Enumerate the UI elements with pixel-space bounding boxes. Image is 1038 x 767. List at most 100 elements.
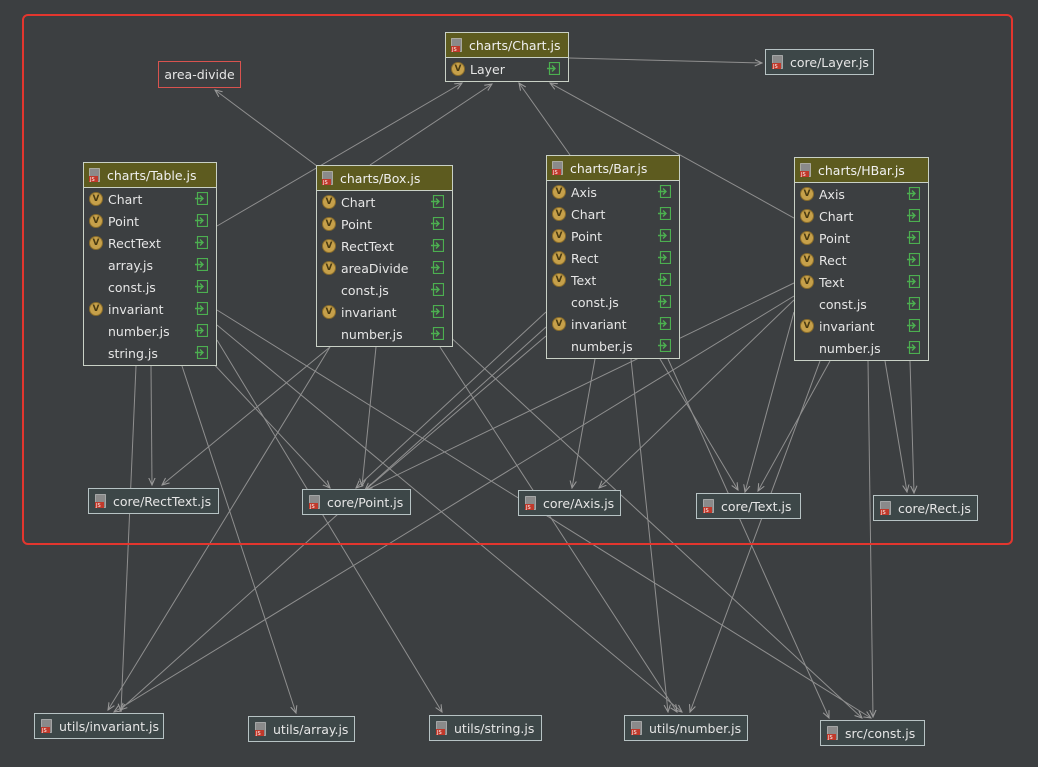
v-variable-badge-icon: V [800, 209, 814, 223]
v-variable-badge-icon: V [322, 195, 336, 209]
export-pin-icon [195, 280, 208, 293]
js-file-icon: JS [322, 170, 333, 186]
member-row[interactable]: V Chart [317, 191, 452, 213]
member-label: number.js [108, 323, 170, 339]
export-pin-icon [658, 317, 671, 330]
v-variable-badge-icon: V [89, 302, 103, 316]
member-row[interactable]: string.js [84, 342, 216, 364]
member-row[interactable]: VareaDivide [317, 257, 452, 279]
file-utils-array[interactable]: JS utils/array.js [248, 716, 355, 742]
module-bar[interactable]: JS charts/Bar.js V Axis V Chart V Point V Rect V T… [546, 155, 680, 359]
member-row[interactable]: V Text [547, 269, 679, 291]
member-row[interactable]: V Point [795, 227, 928, 249]
js-file-icon: JS [41, 718, 52, 734]
member-label: Point [341, 216, 373, 232]
member-row[interactable]: array.js [84, 254, 216, 276]
member-label: Chart [571, 206, 606, 222]
member-row[interactable]: const.js [795, 293, 928, 315]
file-utils-string[interactable]: JS utils/string.js [429, 715, 542, 741]
member-row[interactable]: V RectText [84, 232, 216, 254]
file-core-recttext[interactable]: JS core/RectText.js [88, 488, 219, 514]
member-row[interactable]: const.js [317, 279, 452, 301]
js-file-icon: JS [827, 725, 838, 741]
v-variable-badge-icon: V [89, 214, 103, 228]
member-label: invariant [571, 316, 627, 332]
member-label: Rect [819, 252, 847, 268]
member-row[interactable]: V Point [84, 210, 216, 232]
svg-text:JS: JS [772, 64, 778, 70]
export-pin-icon [195, 236, 208, 249]
member-row[interactable]: V Axis [547, 181, 679, 203]
module-box[interactable]: JS charts/Box.js V Chart V Point V RectText Var… [316, 165, 453, 347]
member-label: string.js [108, 345, 158, 361]
member-row[interactable]: V Chart [547, 203, 679, 225]
member-spacer [800, 297, 814, 311]
export-pin-icon [195, 324, 208, 337]
member-row[interactable]: const.js [547, 291, 679, 313]
module-hbar[interactable]: JS charts/HBar.js V Axis V Chart V Point V Rect V… [794, 157, 929, 361]
member-label: Chart [108, 191, 143, 207]
file-src-const[interactable]: JS src/const.js [820, 720, 925, 746]
member-label: const.js [341, 282, 389, 298]
member-row[interactable]: Vinvariant [547, 313, 679, 335]
file-core-layer[interactable]: JS core/Layer.js [765, 49, 874, 75]
v-variable-badge-icon: V [800, 253, 814, 267]
area-divide-label[interactable]: area-divide [158, 61, 241, 88]
export-pin-icon [658, 207, 671, 220]
member-label: Chart [341, 194, 376, 210]
member-row[interactable]: V RectText [317, 235, 452, 257]
member-row[interactable]: number.js [317, 323, 452, 345]
module-chart[interactable]: JS charts/Chart.js V Layer [445, 32, 569, 82]
member-label: Point [819, 230, 851, 246]
member-row[interactable]: V Layer [446, 58, 568, 80]
member-spacer [89, 346, 103, 360]
member-row[interactable]: V Rect [795, 249, 928, 271]
export-pin-icon [431, 283, 444, 296]
member-row[interactable]: number.js [547, 335, 679, 357]
svg-text:JS: JS [95, 503, 101, 509]
file-utils-number[interactable]: JS utils/number.js [624, 715, 748, 741]
v-variable-badge-icon: V [89, 192, 103, 206]
member-label: RectText [341, 238, 394, 254]
file-core-axis[interactable]: JS core/Axis.js [518, 490, 621, 516]
file-core-rect[interactable]: JS core/Rect.js [873, 495, 978, 521]
export-pin-icon [907, 319, 920, 332]
file-utils-invariant[interactable]: JS utils/invariant.js [34, 713, 164, 739]
export-pin-icon [658, 251, 671, 264]
member-row[interactable]: V Point [547, 225, 679, 247]
v-variable-badge-icon: V [800, 187, 814, 201]
member-row[interactable]: V Rect [547, 247, 679, 269]
export-pin-icon [195, 258, 208, 271]
v-variable-badge-icon: V [322, 305, 336, 319]
member-row[interactable]: V Axis [795, 183, 928, 205]
export-pin-icon [907, 341, 920, 354]
member-row[interactable]: Vinvariant [795, 315, 928, 337]
export-pin-icon [547, 62, 560, 75]
member-row[interactable]: number.js [84, 320, 216, 342]
module-table[interactable]: JS charts/Table.js V Chart V Point V RectText a… [83, 162, 217, 366]
svg-text:JS: JS [41, 728, 47, 734]
member-row[interactable]: const.js [84, 276, 216, 298]
export-pin-icon [431, 217, 444, 230]
js-file-icon: JS [552, 160, 563, 176]
file-core-point[interactable]: JS core/Point.js [302, 489, 411, 515]
member-row[interactable]: V Point [317, 213, 452, 235]
member-row[interactable]: number.js [795, 337, 928, 359]
member-label: invariant [108, 301, 164, 317]
svg-text:JS: JS [525, 505, 531, 511]
svg-text:JS: JS [827, 735, 833, 741]
export-pin-icon [195, 346, 208, 359]
member-row[interactable]: V Chart [795, 205, 928, 227]
v-variable-badge-icon: V [322, 217, 336, 231]
export-pin-icon [658, 295, 671, 308]
js-file-icon: JS [451, 37, 462, 53]
member-row[interactable]: V Text [795, 271, 928, 293]
file-core-text[interactable]: JS core/Text.js [696, 493, 801, 519]
v-variable-badge-icon: V [322, 261, 336, 275]
member-row[interactable]: V Chart [84, 188, 216, 210]
member-row[interactable]: Vinvariant [84, 298, 216, 320]
member-label: array.js [108, 257, 153, 273]
member-spacer [552, 295, 566, 309]
member-row[interactable]: Vinvariant [317, 301, 452, 323]
export-pin-icon [658, 185, 671, 198]
